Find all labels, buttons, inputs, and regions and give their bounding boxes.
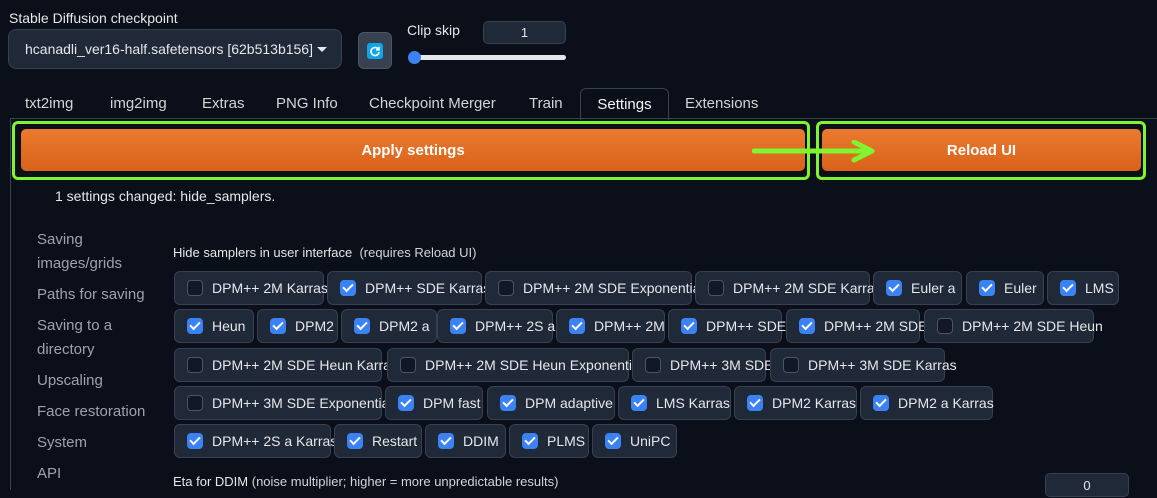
checkbox[interactable]: [347, 433, 363, 449]
eta-ddim-title: Eta for DDIM: [173, 474, 249, 489]
sampler-checkbox[interactable]: LMS Karras: [618, 386, 731, 420]
hide-samplers-title: Hide samplers in user interface: [173, 245, 353, 260]
checkbox[interactable]: [979, 280, 995, 296]
sampler-checkbox[interactable]: DPM++ 3M SDE Exponential: [174, 386, 393, 420]
sampler-checkbox[interactable]: Euler a: [873, 271, 962, 305]
refresh-checkpoint-button[interactable]: [358, 32, 392, 69]
sampler-checkbox[interactable]: DPM++ 2M SDE Exponential: [485, 271, 704, 305]
sampler-checkbox[interactable]: DPM++ 3M SDE Karras: [770, 348, 957, 382]
checkbox[interactable]: [187, 357, 203, 373]
sampler-checkbox[interactable]: DPM++ 2S a Karras: [174, 424, 337, 458]
checkbox[interactable]: [398, 395, 414, 411]
sidebar-item-api[interactable]: API: [37, 462, 61, 486]
sampler-checkbox[interactable]: Restart: [334, 424, 422, 458]
checkbox[interactable]: [187, 280, 203, 296]
clip-skip-number-input[interactable]: 1: [483, 21, 566, 44]
sampler-checkbox[interactable]: DPM++ 2M SDE Heun Karras: [174, 348, 398, 382]
checkbox[interactable]: [747, 395, 763, 411]
arrow-right-icon: [752, 140, 875, 163]
tab-txt2img[interactable]: txt2img: [25, 88, 73, 119]
checkbox[interactable]: [400, 357, 416, 373]
checkbox[interactable]: [187, 395, 203, 411]
eta-ddim-number-input[interactable]: 0: [1045, 473, 1129, 497]
tab-img2img[interactable]: img2img: [110, 88, 167, 119]
sampler-checkbox[interactable]: DPM++ 2M SDE Heun Exponential: [387, 348, 643, 382]
checkbox[interactable]: [340, 280, 356, 296]
sampler-checkbox[interactable]: DPM++ 2M SDE Karras: [695, 271, 882, 305]
sampler-checkbox[interactable]: DPM++ SDE Karras: [327, 271, 490, 305]
hide-samplers-note: (requires Reload UI): [359, 245, 477, 260]
sampler-checkbox[interactable]: DPM2: [257, 309, 338, 343]
sidebar-item-system[interactable]: System: [37, 431, 87, 455]
sampler-checkbox[interactable]: DPM++ 2M SDE Heun: [924, 309, 1103, 343]
checkbox[interactable]: [605, 433, 621, 449]
hide-samplers-label: Hide samplers in user interface (require…: [173, 245, 476, 260]
checkpoint-label: Stable Diffusion checkpoint: [9, 10, 178, 26]
checkbox[interactable]: [645, 357, 661, 373]
settings-changed-message: 1 settings changed: hide_samplers.: [55, 188, 276, 204]
refresh-icon: [367, 42, 383, 59]
sampler-checkbox[interactable]: DPM fast: [385, 386, 483, 420]
checkbox[interactable]: [681, 318, 697, 334]
checkbox[interactable]: [937, 318, 953, 334]
checkbox[interactable]: [569, 318, 585, 334]
sampler-checkbox[interactable]: Euler: [966, 271, 1044, 305]
tab-png-info[interactable]: PNG Info: [276, 88, 338, 119]
sidebar-item-saving-images-grids[interactable]: Saving images/grids: [37, 228, 147, 276]
sampler-checkbox[interactable]: DPM adaptive: [487, 386, 615, 420]
checkbox[interactable]: [1060, 280, 1076, 296]
chevron-down-icon: [317, 46, 327, 52]
sampler-checkbox[interactable]: DPM++ 2M: [556, 309, 665, 343]
sampler-checkbox[interactable]: DPM++ 3M SDE: [632, 348, 773, 382]
checkbox[interactable]: [498, 280, 514, 296]
checkbox[interactable]: [438, 433, 454, 449]
sampler-checkbox[interactable]: LMS: [1047, 271, 1119, 305]
checkbox[interactable]: [799, 318, 815, 334]
sampler-checkbox[interactable]: DPM++ SDE: [668, 309, 786, 343]
sampler-checkbox[interactable]: DPM++ 2S a: [437, 309, 555, 343]
checkbox[interactable]: [270, 318, 286, 334]
clip-skip-slider-thumb[interactable]: [408, 51, 421, 64]
tab-train[interactable]: Train: [529, 88, 563, 119]
checkbox[interactable]: [631, 395, 647, 411]
sampler-checkbox[interactable]: Heun: [174, 309, 254, 343]
checkbox[interactable]: [886, 280, 902, 296]
eta-ddim-label: Eta for DDIM (noise multiplier; higher =…: [173, 474, 558, 489]
checkbox[interactable]: [450, 318, 466, 334]
clip-skip-label: Clip skip: [407, 22, 460, 38]
checkbox[interactable]: [500, 395, 516, 411]
tab-extensions[interactable]: Extensions: [685, 88, 758, 119]
sampler-checkbox[interactable]: DPM2 Karras: [734, 386, 857, 420]
checkbox[interactable]: [783, 357, 799, 373]
checkbox[interactable]: [522, 433, 538, 449]
tab-settings[interactable]: Settings: [580, 88, 669, 120]
sampler-checkbox[interactable]: DDIM: [425, 424, 506, 458]
checkbox[interactable]: [187, 318, 203, 334]
checkpoint-dropdown[interactable]: hcanadli_ver16-half.safetensors [62b513b…: [8, 29, 342, 69]
sampler-checkbox[interactable]: DPM2 a: [341, 309, 437, 343]
tab-checkpoint-merger[interactable]: Checkpoint Merger: [369, 88, 496, 119]
checkbox[interactable]: [708, 280, 724, 296]
sampler-checkbox[interactable]: DPM++ 2M SDE: [786, 309, 927, 343]
sampler-checkbox[interactable]: UniPC: [592, 424, 677, 458]
checkbox[interactable]: [354, 318, 370, 334]
sidebar-item-saving-to-directory[interactable]: Saving to a directory: [37, 314, 137, 362]
sampler-checkbox[interactable]: DPM++ 2M Karras: [174, 271, 328, 305]
sidebar-item-face-restoration[interactable]: Face restoration: [37, 400, 145, 424]
apply-settings-button[interactable]: Apply settings: [21, 129, 805, 171]
checkbox[interactable]: [873, 395, 889, 411]
tab-extras[interactable]: Extras: [202, 88, 245, 119]
main-tabs: txt2img img2img Extras PNG Info Checkpoi…: [0, 88, 1157, 120]
clip-skip-slider-track[interactable]: [410, 55, 566, 60]
checkpoint-value: hcanadli_ver16-half.safetensors [62b513b…: [25, 41, 313, 57]
eta-ddim-note: (noise multiplier; higher = more unpredi…: [251, 474, 559, 489]
sidebar-item-upscaling[interactable]: Upscaling: [37, 369, 103, 393]
sidebar-item-paths-for-saving[interactable]: Paths for saving: [37, 283, 145, 307]
sampler-checkbox[interactable]: DPM2 a Karras: [860, 386, 994, 420]
sampler-checkbox[interactable]: PLMS: [509, 424, 589, 458]
checkbox[interactable]: [187, 433, 203, 449]
